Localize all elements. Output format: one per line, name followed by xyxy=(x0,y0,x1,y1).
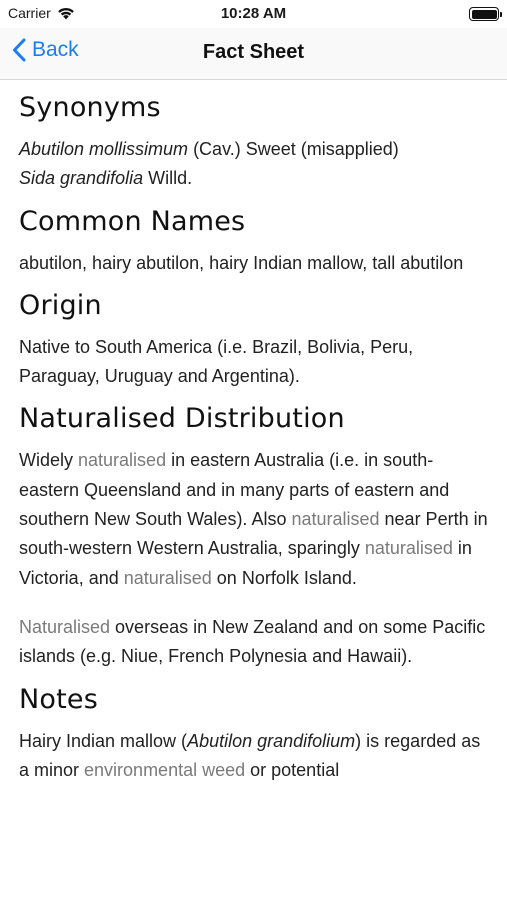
status-bar: Carrier 10:28 AM xyxy=(0,0,507,28)
glossary-link-naturalised[interactable]: naturalised xyxy=(78,450,166,470)
fact-sheet-content[interactable]: Synonyms Abutilon mollissimum (Cav.) Swe… xyxy=(19,92,489,797)
common-names-section: Common Names abutilon, hairy abutilon, h… xyxy=(19,206,489,278)
synonym-1-author: (Cav.) Sweet (misapplied) xyxy=(188,139,399,159)
distribution-paragraph-1: Widely naturalised in eastern Australia … xyxy=(19,446,489,592)
navigation-bar: Back Fact Sheet xyxy=(0,28,507,80)
glossary-link-naturalised[interactable]: naturalised xyxy=(291,509,379,529)
page-title: Fact Sheet xyxy=(202,41,305,63)
notes-section: Notes Hairy Indian mallow (Abutilon gran… xyxy=(19,684,489,786)
notes-heading: Notes xyxy=(19,683,98,715)
synonyms-section: Synonyms Abutilon mollissimum (Cav.) Swe… xyxy=(19,92,489,194)
text-span: or potential xyxy=(245,759,340,780)
synonyms-heading: Synonyms xyxy=(19,92,161,123)
naturalised-distribution-heading: Naturalised Distribution xyxy=(19,403,345,435)
common-names-text: abutilon, hairy abutilon, hairy Indian m… xyxy=(19,252,464,273)
synonyms-text: Abutilon mollissimum (Cav.) Sweet (misap… xyxy=(19,135,489,194)
text-span: Widely xyxy=(19,450,79,471)
status-time: 10:28 AM xyxy=(220,5,287,22)
glossary-link-naturalised[interactable]: naturalised xyxy=(124,568,212,588)
glossary-link-naturalised[interactable]: Naturalised xyxy=(19,617,110,637)
common-names-heading: Common Names xyxy=(19,205,246,237)
synonym-1-name: Abutilon mollissimum xyxy=(19,139,189,159)
glossary-link-naturalised[interactable]: naturalised xyxy=(365,538,453,558)
species-name: Abutilon grandifolium xyxy=(187,730,356,751)
text-span: on Norfolk Island. xyxy=(211,567,357,588)
synonym-2-author: Willd. xyxy=(143,168,193,189)
text-span: Hairy Indian mallow ( xyxy=(19,730,188,751)
glossary-link-environmental-weed[interactable]: environmental weed xyxy=(84,760,245,780)
origin-text: Native to South America (i.e. Brazil, Bo… xyxy=(19,336,414,387)
distribution-paragraph-2: Naturalised overseas in New Zealand and … xyxy=(19,613,489,672)
origin-section: Origin Native to South America (i.e. Bra… xyxy=(19,290,489,392)
battery-icon xyxy=(469,7,502,21)
origin-heading: Origin xyxy=(19,289,102,321)
notes-text: Hairy Indian mallow (Abutilon grandifoli… xyxy=(19,727,489,786)
synonym-2-name: Sida grandifolia xyxy=(19,168,144,189)
naturalised-distribution-section: Naturalised Distribution Widely naturali… xyxy=(19,403,489,671)
